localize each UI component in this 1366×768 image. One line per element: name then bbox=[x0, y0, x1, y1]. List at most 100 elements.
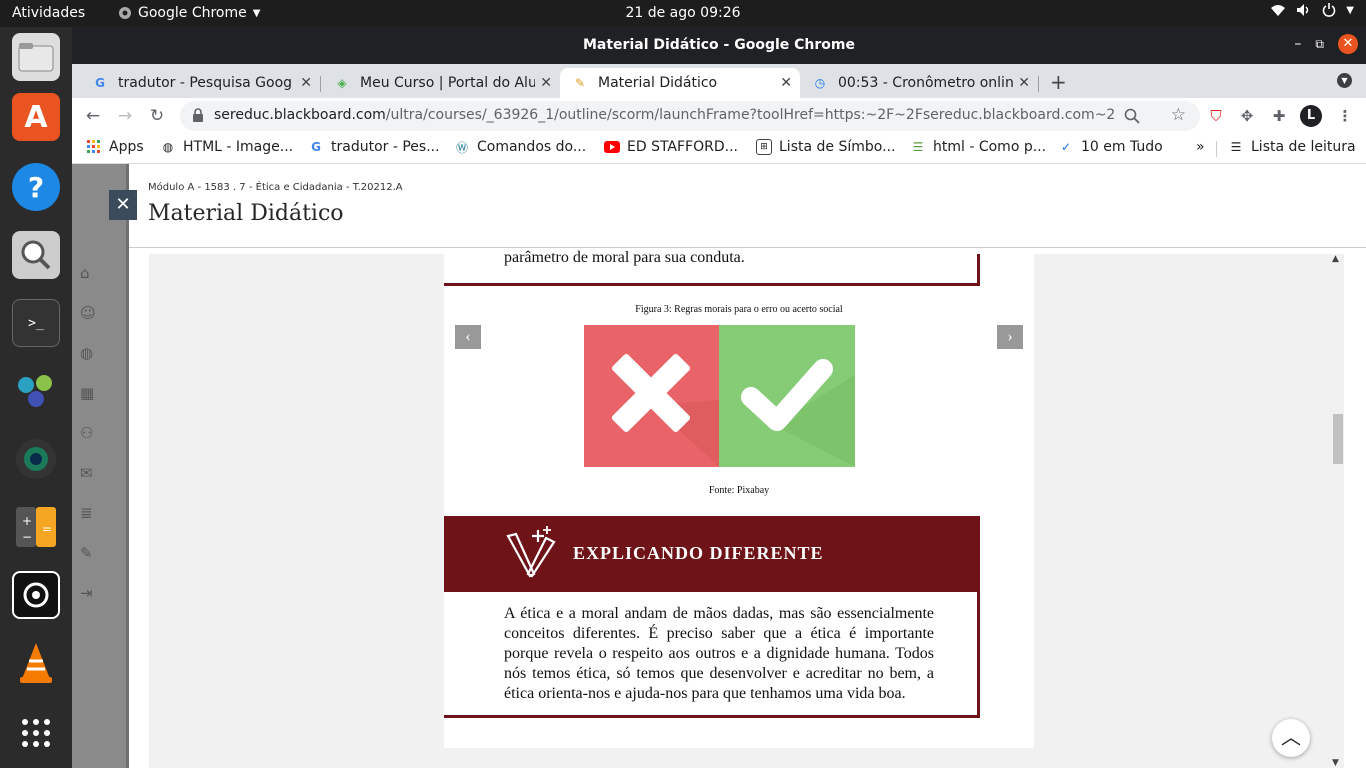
bookmark-ed-stafford[interactable]: ED STAFFORD... bbox=[604, 139, 738, 155]
bookmark-10-em-tudo[interactable]: ✓ 10 em Tudo bbox=[1058, 139, 1163, 155]
app-grid-icon[interactable] bbox=[12, 709, 60, 757]
globe-icon[interactable]: ◍ bbox=[80, 344, 100, 364]
system-tray[interactable]: ▼ bbox=[1270, 3, 1354, 17]
close-icon[interactable]: ✕ bbox=[300, 75, 312, 91]
carousel-next-button[interactable]: › bbox=[997, 325, 1023, 349]
activities-button[interactable]: Atividades bbox=[12, 5, 85, 21]
software-center-icon[interactable]: A bbox=[12, 93, 60, 141]
bookmark-html-como[interactable]: ☰ html - Como p... bbox=[910, 139, 1046, 155]
tab-search-button[interactable]: ▼ bbox=[1337, 73, 1352, 88]
group-icon[interactable]: ⚇ bbox=[80, 424, 100, 444]
carousel-prev-button[interactable]: ‹ bbox=[455, 325, 481, 349]
screenshot-viewer-icon[interactable] bbox=[12, 231, 60, 279]
minimize-icon[interactable]: – bbox=[1294, 36, 1301, 52]
reload-button[interactable]: ↻ bbox=[146, 105, 168, 127]
youtube-icon bbox=[604, 139, 620, 155]
terminal-icon[interactable]: >_ bbox=[12, 299, 60, 347]
tab-meu-curso[interactable]: ◈ Meu Curso | Portal do Aluno ✕ bbox=[322, 68, 560, 98]
check-icon: ✓ bbox=[1060, 140, 1072, 154]
menu-kebab-icon[interactable]: ⋮ bbox=[1334, 105, 1356, 127]
tools-sparkle-icon bbox=[506, 526, 556, 578]
tab-label: Meu Curso | Portal do Aluno bbox=[360, 75, 535, 91]
app-menu[interactable]: Google Chrome ▼ bbox=[118, 5, 260, 21]
calculator-icon[interactable]: + − = bbox=[12, 503, 60, 551]
close-icon[interactable]: ✕ bbox=[1018, 75, 1030, 91]
apps-grid-icon bbox=[86, 139, 102, 155]
bookmark-html-image[interactable]: ◍ HTML - Image... bbox=[160, 139, 293, 155]
files-icon[interactable] bbox=[12, 33, 60, 81]
forward-button[interactable]: → bbox=[114, 105, 136, 127]
close-icon[interactable]: ✕ bbox=[1338, 34, 1358, 54]
tab-google-search[interactable]: G tradutor - Pesquisa Google ✕ bbox=[80, 68, 320, 98]
close-panel-button[interactable]: ✕ bbox=[109, 190, 137, 220]
tab-label: tradutor - Pesquisa Google bbox=[118, 75, 293, 91]
bookmark-label: ED STAFFORD... bbox=[627, 139, 738, 155]
section-body: A ética e a moral andam de mãos dadas, m… bbox=[444, 592, 980, 718]
bookmark-comandos[interactable]: Ⓦ Comandos do... bbox=[454, 139, 586, 155]
reading-list-button[interactable]: ☰ Lista de leitura bbox=[1228, 139, 1356, 155]
app-icon[interactable] bbox=[12, 367, 60, 415]
scroll-up-icon[interactable]: ▲ bbox=[1332, 254, 1339, 264]
chevron-down-icon: ▼ bbox=[1341, 76, 1348, 85]
tab-strip: G tradutor - Pesquisa Google ✕ ◈ Meu Cur… bbox=[72, 64, 1366, 98]
bookmark-label: Lista de Símbo... bbox=[779, 139, 896, 155]
bookmark-star-icon[interactable]: ☆ bbox=[1171, 105, 1186, 125]
institution-icon[interactable]: ⌂ bbox=[80, 264, 100, 284]
figure-source: Fonte: Pixabay bbox=[708, 485, 770, 496]
calendar-icon[interactable]: ▦ bbox=[80, 384, 100, 404]
close-icon[interactable]: ✕ bbox=[780, 75, 792, 91]
back-to-top-button[interactable]: ︿ bbox=[1272, 719, 1310, 757]
zoom-icon[interactable] bbox=[1124, 108, 1140, 124]
figure-image bbox=[584, 325, 855, 467]
new-tab-button[interactable]: + bbox=[1050, 70, 1067, 94]
previous-box-text: parâmetro de moral para sua conduta. bbox=[504, 249, 745, 266]
symbols-icon: ⊞ bbox=[756, 139, 772, 155]
tab-label: Material Didático bbox=[598, 75, 718, 91]
help-icon[interactable]: ? bbox=[12, 163, 60, 211]
svg-text:+: + bbox=[22, 514, 32, 528]
window-titlebar[interactable]: Material Didático - Google Chrome – ⧉ ✕ bbox=[72, 27, 1366, 64]
bookmarks-bar: Apps ◍ HTML - Image... G tradutor - Pes.… bbox=[72, 134, 1366, 164]
address-bar[interactable]: sereduc.blackboard.com/ultra/courses/_63… bbox=[180, 101, 1200, 131]
previous-box: parâmetro de moral para sua conduta. bbox=[444, 249, 980, 286]
bookmark-tradutor[interactable]: G tradutor - Pes... bbox=[308, 139, 440, 155]
close-icon[interactable]: ✕ bbox=[540, 75, 552, 91]
back-button[interactable]: ← bbox=[82, 105, 104, 127]
vlc-icon[interactable] bbox=[12, 639, 60, 687]
section-paragraph: A ética e a moral andam de mãos dadas, m… bbox=[504, 605, 934, 702]
svg-text:=: = bbox=[42, 522, 52, 536]
chevron-down-icon: ▼ bbox=[252, 7, 261, 19]
maximize-icon[interactable]: ⧉ bbox=[1315, 37, 1324, 52]
edit-icon[interactable]: ✎ bbox=[80, 544, 100, 564]
extension-icon[interactable]: ✥ bbox=[1236, 105, 1258, 127]
grades-icon[interactable]: ≣ bbox=[80, 504, 100, 524]
signout-icon[interactable]: ⇥ bbox=[80, 584, 100, 604]
camera-icon[interactable] bbox=[12, 571, 60, 619]
mail-icon[interactable]: ✉ bbox=[80, 464, 100, 484]
more-bookmarks-chevron-icon[interactable]: » bbox=[1196, 139, 1205, 155]
url-path: /ultra/courses/_63926_1/outline/scorm/la… bbox=[385, 107, 1114, 123]
scrollbar-thumb[interactable] bbox=[1333, 414, 1343, 464]
wifi-icon bbox=[1271, 5, 1286, 16]
webcam-icon[interactable] bbox=[12, 435, 60, 483]
app-menu-label: Google Chrome bbox=[138, 5, 247, 21]
bookmark-label: Apps bbox=[109, 139, 144, 155]
tab-material-didatico[interactable]: ✎ Material Didático ✕ bbox=[560, 68, 800, 98]
reading-list-icon: ☰ bbox=[1230, 140, 1242, 154]
cross-icon bbox=[611, 353, 719, 467]
profile-avatar[interactable]: L bbox=[1300, 105, 1322, 127]
puzzle-icon[interactable]: ✚ bbox=[1268, 105, 1290, 127]
navigation-bar: ← → ↻ sereduc.blackboard.com/ultra/cours… bbox=[72, 98, 1366, 134]
tab-label: 00:53 - Cronômetro online bbox=[838, 75, 1013, 91]
tab-cronometro[interactable]: ◷ 00:53 - Cronômetro online ✕ bbox=[800, 68, 1038, 98]
chevron-up-icon: ︿ bbox=[1281, 725, 1301, 749]
scrollbar[interactable]: ▲ ▼ bbox=[1330, 254, 1344, 768]
person-icon[interactable]: ☺ bbox=[80, 304, 100, 324]
breadcrumb: Módulo A - 1583 . 7 - Ética e Cidadania … bbox=[148, 182, 403, 193]
shield-icon[interactable]: ⛉ bbox=[1205, 105, 1227, 127]
bookmark-lista-simbolos[interactable]: ⊞ Lista de Símbo... bbox=[756, 139, 895, 155]
scroll-down-icon[interactable]: ▼ bbox=[1332, 758, 1339, 768]
right-panel bbox=[719, 325, 855, 467]
bookmark-apps[interactable]: Apps bbox=[86, 139, 144, 155]
page-content: ⌂ ☺ ◍ ▦ ⚇ ✉ ≣ ✎ ⇥ Módulo A - 1583 . 7 - … bbox=[72, 164, 1366, 768]
